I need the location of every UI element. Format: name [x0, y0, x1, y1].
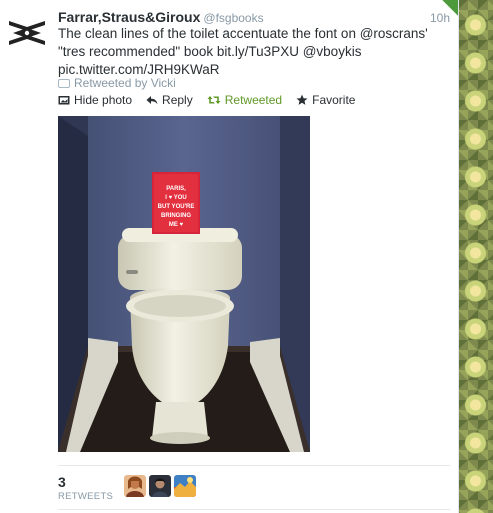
- star-icon: [296, 94, 308, 105]
- stats-divider: [58, 465, 450, 466]
- avatar[interactable]: [7, 13, 47, 53]
- photo-icon: [58, 96, 70, 105]
- display-name[interactable]: Farrar,Straus&Giroux: [58, 9, 200, 25]
- book-title-line-1: PARIS,: [166, 186, 186, 192]
- retweeter-avatar[interactable]: [149, 475, 171, 497]
- mention-link[interactable]: @vboykis: [303, 44, 362, 59]
- retweet-small-icon: [58, 78, 70, 88]
- retweeter-avatars: [124, 475, 196, 497]
- retweeted-by-label[interactable]: Retweeted by Vicki: [74, 76, 176, 90]
- background-wallpaper: [458, 0, 493, 513]
- reply-button[interactable]: Reply: [146, 93, 193, 107]
- retweet-count: 3: [58, 474, 66, 490]
- tweet-photo[interactable]: PARIS, I ♥ YOU BUT YOU'RE BRINGING ME ♥: [58, 116, 310, 452]
- timestamp[interactable]: 10h: [430, 11, 450, 25]
- book-title-line-4: BRINGING: [161, 213, 191, 219]
- reply-label: Reply: [162, 93, 193, 107]
- retweeted-by: Retweeted by Vicki: [58, 76, 176, 90]
- user-handle[interactable]: @fsgbooks: [203, 11, 263, 25]
- tweet-actions: Hide photo Reply Retweeted Favorite: [58, 93, 355, 107]
- book-title-line-2: I ♥ YOU: [165, 195, 186, 201]
- retweeted-label: Retweeted: [224, 93, 283, 107]
- bottom-divider: [58, 509, 450, 510]
- reply-arrow-icon: [146, 96, 158, 105]
- retweet-stats[interactable]: 3 RETWEETS: [58, 474, 113, 502]
- hide-photo-button[interactable]: Hide photo: [58, 93, 132, 107]
- retweeter-avatar[interactable]: [174, 475, 196, 497]
- fsg-logo-icon: [7, 13, 47, 53]
- favorite-button[interactable]: Favorite: [296, 93, 355, 107]
- tweet-card: Farrar,Straus&Giroux @fsgbooks 10h The cl…: [0, 0, 459, 513]
- book-title-line-3: BUT YOU'RE: [158, 204, 195, 210]
- photo-link[interactable]: pic.twitter.com/JRH9KWaR: [58, 62, 220, 77]
- book-title-line-5: ME ♥: [169, 222, 184, 228]
- retweet-button[interactable]: Retweeted: [207, 93, 282, 107]
- short-link[interactable]: bit.ly/Tu3PXU: [217, 44, 299, 59]
- retweet-icon: [207, 96, 221, 104]
- retweeter-avatar[interactable]: [124, 475, 146, 497]
- tweet-text: The clean lines of the toilet accentuate…: [58, 25, 450, 79]
- favorite-label: Favorite: [312, 93, 356, 107]
- retweet-count-label: RETWEETS: [58, 491, 114, 502]
- hide-photo-label: Hide photo: [74, 93, 133, 107]
- toilet-photo: PARIS, I ♥ YOU BUT YOU'RE BRINGING ME ♥: [58, 116, 310, 452]
